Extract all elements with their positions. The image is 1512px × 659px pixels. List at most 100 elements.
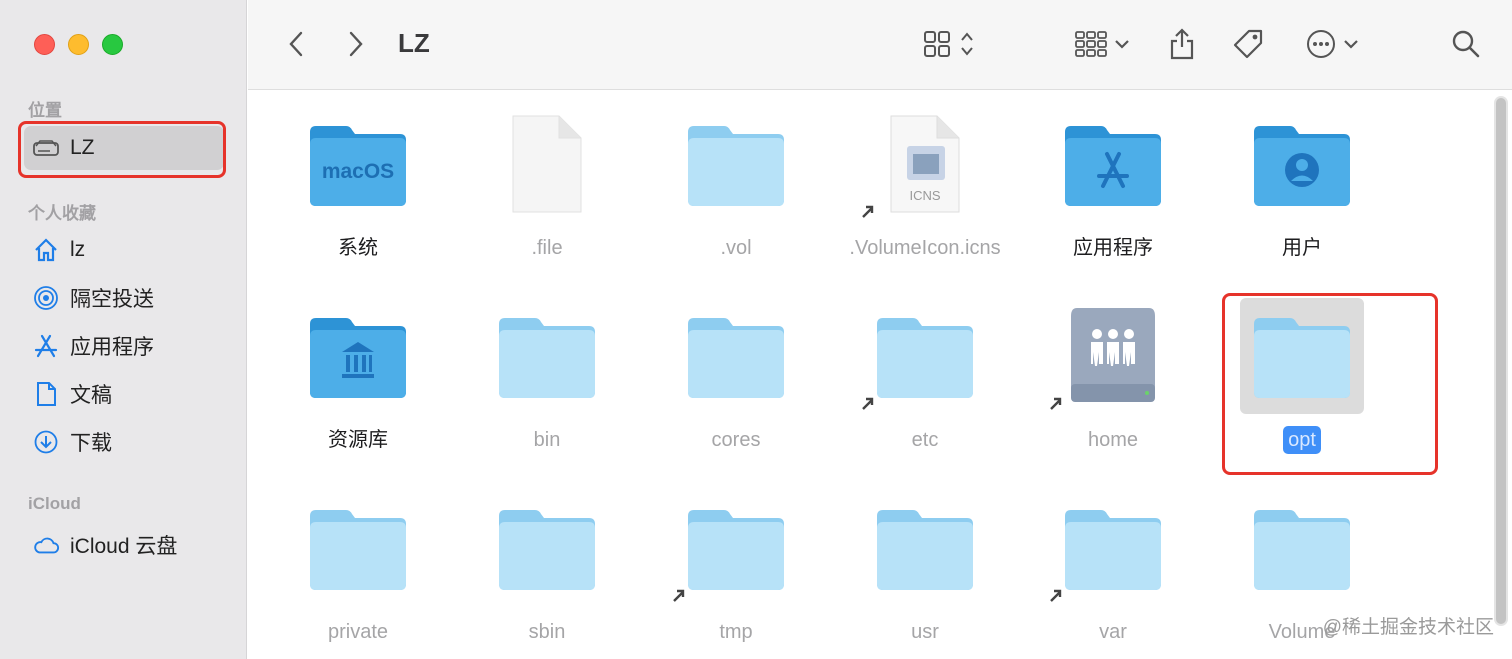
file-item-var[interactable]: var (1038, 490, 1188, 646)
library-folder-icon (310, 318, 406, 398)
file-item-icon (1240, 106, 1364, 222)
share-button[interactable] (1166, 24, 1198, 64)
file-item-icon (674, 106, 798, 222)
sidebar-item-label: 隔空投送 (70, 288, 154, 311)
file-item-volumeicon-icns[interactable]: ICNS .VolumeIcon.icns (849, 106, 1001, 262)
file-item-etc[interactable]: etc (850, 298, 1000, 454)
sidebar: 位置 LZ 个人收藏 lz 隔空投送 应用程序 文稿 下载 iCloud iCl… (0, 0, 247, 659)
folder-icon (499, 510, 595, 590)
sidebar-item-home[interactable]: lz (24, 228, 224, 272)
file-item-home[interactable]: home (1038, 298, 1188, 454)
close-window-button[interactable] (34, 34, 55, 55)
file-item-vol[interactable]: .vol (661, 106, 811, 262)
file-item-icon: ICNS (862, 106, 987, 222)
file-item-label: .VolumeIcon.icns (849, 237, 1001, 259)
back-button[interactable] (284, 24, 308, 64)
grid-view-icon (924, 31, 950, 57)
sidebar-item-label: LZ (70, 136, 95, 159)
users-folder-icon (1254, 126, 1350, 206)
file-item-[interactable]: 用户 (1227, 106, 1377, 262)
folder-icon (877, 318, 973, 398)
file-item-icon (673, 490, 798, 606)
file-item-private[interactable]: private (283, 490, 433, 646)
sidebar-item-lz-drive[interactable]: LZ (24, 126, 224, 170)
search-icon (1452, 30, 1480, 58)
sidebar-item-label: 文稿 (70, 384, 112, 407)
folder-icon (1254, 318, 1350, 398)
ellipsis-circle-icon (1307, 30, 1335, 58)
file-item-icon (485, 490, 609, 606)
sidebar-item-airdrop[interactable]: 隔空投送 (24, 276, 224, 320)
folder-icon (688, 318, 784, 398)
folder-icon (688, 510, 784, 590)
up-down-chevron-icon (961, 32, 973, 56)
drive-icon (32, 134, 60, 162)
sidebar-section-title-locations: 位置 (28, 101, 62, 120)
file-item-label: cores (711, 429, 761, 451)
tag-button[interactable] (1230, 24, 1266, 64)
file-item-icon (1240, 298, 1364, 414)
sidebar-section-title-favorites: 个人收藏 (28, 204, 96, 223)
file-item-icon (1240, 490, 1364, 606)
file-item-label: bin (533, 429, 561, 451)
file-item-icon (862, 298, 987, 414)
file-item-label: 系统 (338, 237, 378, 259)
sidebar-item-label: 应用程序 (70, 336, 154, 359)
alias-arrow-icon (673, 589, 685, 602)
sidebar-item-downloads[interactable]: 下载 (24, 420, 224, 464)
home-icon (32, 236, 60, 264)
folder-icon (310, 510, 406, 590)
sidebar-item-documents[interactable]: 文稿 (24, 372, 224, 416)
download-icon (32, 428, 60, 456)
watermark: @稀土掘金技术社区 (1322, 617, 1494, 638)
search-button[interactable] (1450, 24, 1482, 64)
file-item-icon (1050, 298, 1175, 414)
share-icon (1170, 28, 1194, 60)
file-item-file[interactable]: .file (472, 106, 622, 262)
more-actions-button[interactable] (1302, 24, 1362, 64)
file-item-label: opt (1283, 426, 1321, 454)
file-item-label: private (327, 621, 389, 643)
alias-arrow-icon (862, 205, 874, 218)
icns-file-icon: ICNS (890, 115, 960, 213)
svg-text:macOS: macOS (322, 160, 394, 183)
file-item-sbin[interactable]: sbin (472, 490, 622, 646)
file-item-[interactable]: macOS 系统 (283, 106, 433, 262)
file-item-tmp[interactable]: tmp (661, 490, 811, 646)
scrollbar-thumb[interactable] (1496, 98, 1506, 624)
file-item-bin[interactable]: bin (472, 298, 622, 454)
forward-button[interactable] (344, 24, 368, 64)
sidebar-item-applications[interactable]: 应用程序 (24, 324, 224, 368)
window-controls (34, 34, 123, 55)
file-item-icon (296, 298, 420, 414)
file-item-[interactable]: 应用程序 (1038, 106, 1188, 262)
group-button[interactable] (1070, 24, 1134, 64)
folder-icon (877, 510, 973, 590)
chevron-left-icon (289, 31, 303, 57)
svg-text:ICNS: ICNS (909, 188, 940, 203)
minimize-window-button[interactable] (68, 34, 89, 55)
file-item-label: home (1087, 429, 1139, 451)
view-mode-button[interactable] (918, 24, 980, 64)
file-item-label: sbin (528, 621, 566, 643)
window-title: LZ (398, 28, 430, 58)
alias-arrow-icon (1050, 397, 1062, 410)
file-item-label: .vol (720, 237, 752, 259)
file-item-label: 应用程序 (1073, 237, 1153, 259)
document-icon (32, 380, 60, 408)
file-item-label: .file (531, 237, 563, 259)
file-item-label: etc (911, 429, 939, 451)
file-item-opt[interactable]: opt (1227, 298, 1377, 454)
file-item-cores[interactable]: cores (661, 298, 811, 454)
finder-window: 位置 LZ 个人收藏 lz 隔空投送 应用程序 文稿 下载 iCloud iCl… (0, 0, 1512, 659)
file-item-usr[interactable]: usr (850, 490, 1000, 646)
folder-icon (1254, 510, 1350, 590)
file-item-[interactable]: 资源库 (283, 298, 433, 454)
sidebar-item-icloud-drive[interactable]: iCloud 云盘 (24, 523, 224, 567)
file-icon (512, 115, 582, 213)
tag-icon (1233, 29, 1263, 59)
zoom-window-button[interactable] (102, 34, 123, 55)
file-item-icon (674, 298, 798, 414)
chevron-right-icon (349, 31, 363, 57)
home-drive-icon (1071, 308, 1155, 402)
